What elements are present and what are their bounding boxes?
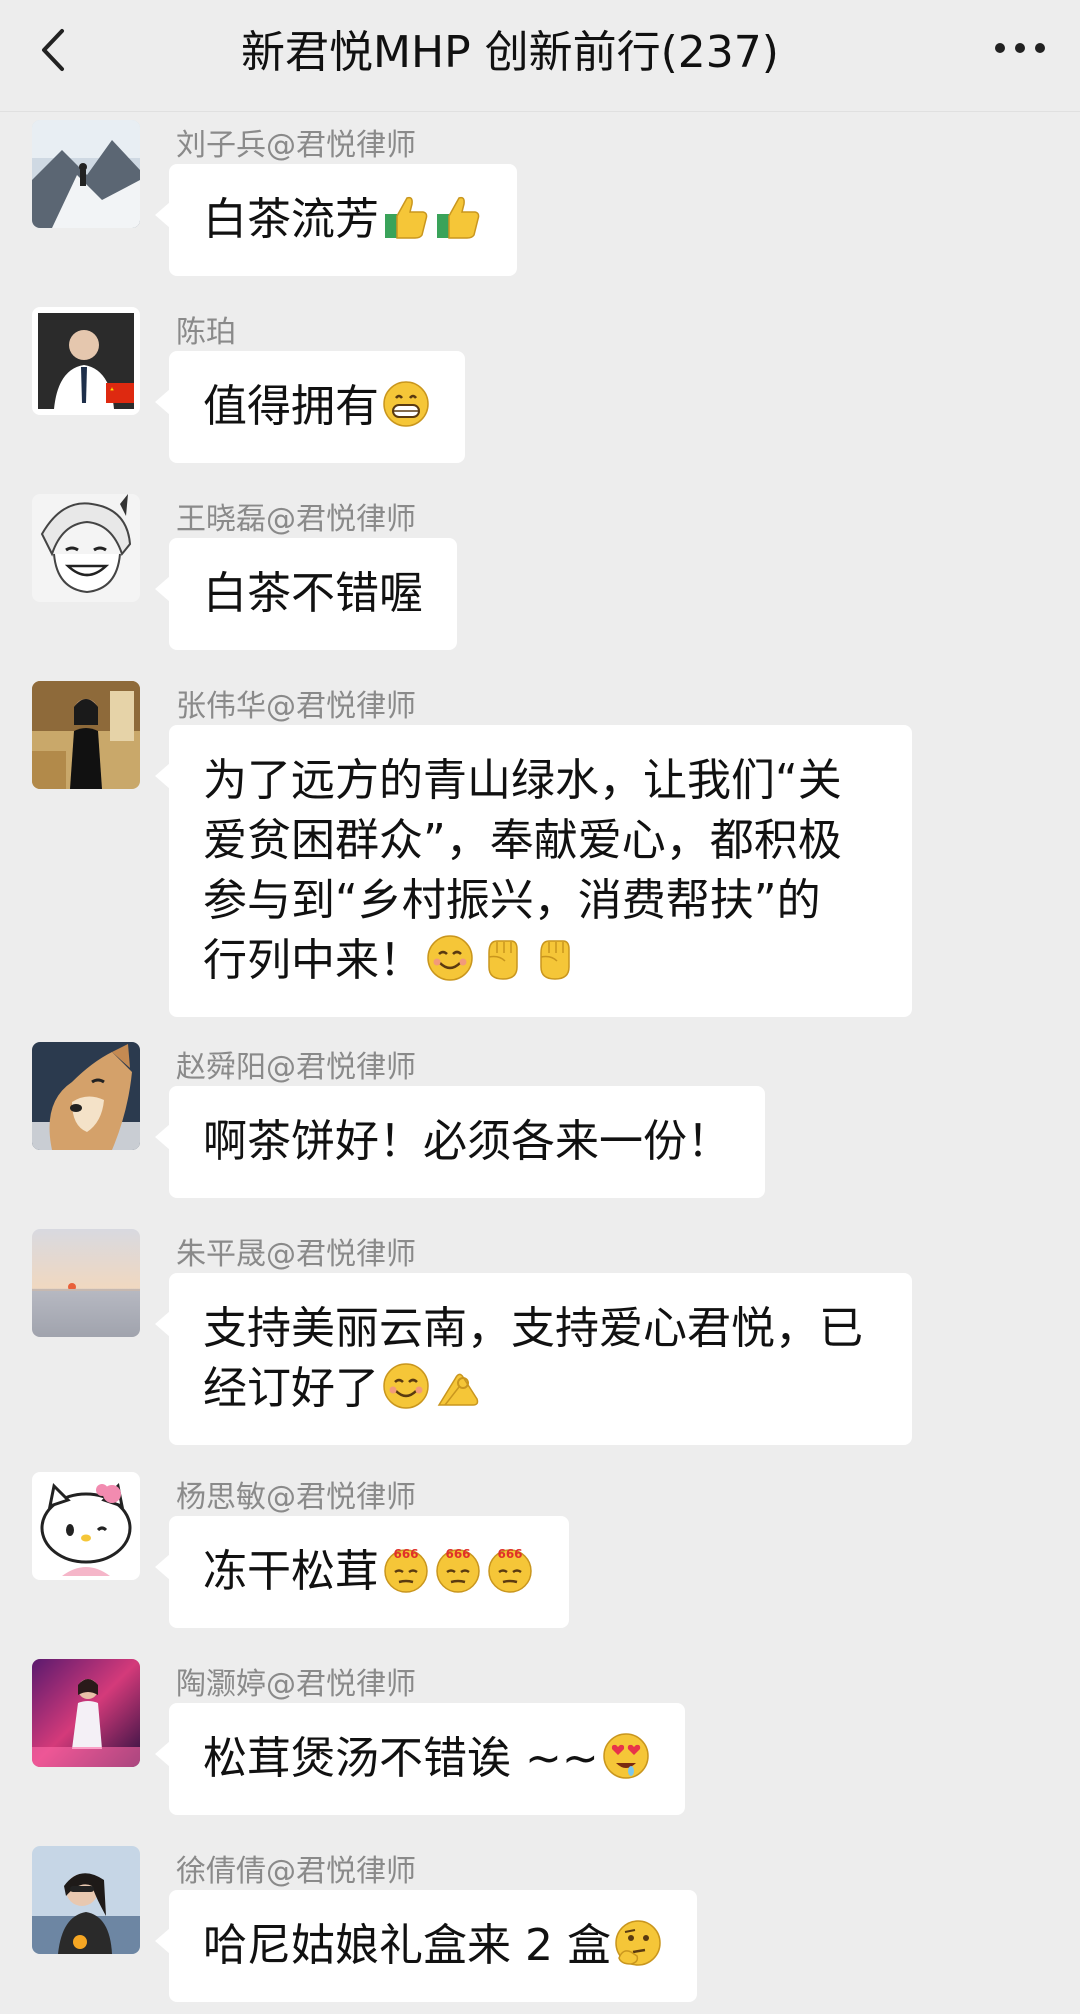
svg-text:666: 666 [393, 1547, 418, 1561]
sender-name: 刘子兵@君悦律师 [176, 128, 416, 163]
message-bubble[interactable]: 白茶不错喔 [155, 538, 457, 650]
sender-name: 杨思敏@君悦律师 [176, 1480, 416, 1515]
sender-name: 徐倩倩@君悦律师 [176, 1854, 416, 1889]
avatar[interactable] [32, 1659, 140, 1767]
back-button[interactable] [22, 18, 86, 82]
avatar[interactable] [32, 1846, 140, 1954]
svg-text:666: 666 [445, 1547, 470, 1561]
message-bubble[interactable]: 哈尼姑娘礼盒来 2 盒 [155, 1890, 697, 2002]
sender-name: 陶灏婷@君悦律师 [176, 1667, 416, 1702]
heart-eyes-drool-icon [601, 1731, 651, 1781]
message-text: 白茶流芳 [203, 194, 379, 245]
message-bubble[interactable]: 值得拥有 [155, 351, 465, 463]
message-bubble[interactable]: 啊茶饼好！必须各来一份！ [155, 1086, 765, 1198]
message-text-line: 参与到“乡村振兴，消费帮扶”的 [203, 875, 821, 926]
sender-name: 王晓磊@君悦律师 [176, 502, 416, 537]
avatar[interactable] [32, 1472, 140, 1580]
svg-text:666: 666 [497, 1547, 522, 1561]
avatar[interactable] [32, 494, 140, 602]
666-icon: 666 [433, 1544, 483, 1594]
ok-hand-icon [433, 1361, 483, 1411]
more-button[interactable] [980, 18, 1060, 78]
message-bubble[interactable]: 松茸煲汤不错诶 ~~ [155, 1703, 685, 1815]
avatar[interactable] [32, 1229, 140, 1337]
fist-icon [477, 933, 527, 983]
smile-icon [425, 933, 475, 983]
more-dots-icon [995, 43, 1045, 53]
thumbs-up-icon [433, 192, 483, 242]
chat-title: 新君悦MHP 创新前行(237) [241, 27, 779, 78]
sender-name: 张伟华@君悦律师 [176, 689, 416, 724]
message-text: 啊茶饼好！必须各来一份！ [203, 1116, 731, 1167]
message-text: 哈尼姑娘礼盒来 2 盒 [203, 1920, 611, 1971]
chat-header: 新君悦MHP 创新前行(237) [0, 0, 1080, 112]
avatar[interactable] [32, 681, 140, 789]
thinking-icon [613, 1918, 663, 1968]
666-icon: 666 [381, 1544, 431, 1594]
avatar[interactable] [32, 307, 140, 415]
fist-icon [529, 933, 579, 983]
sender-name: 赵舜阳@君悦律师 [176, 1050, 416, 1085]
message-text: 冻干松茸 [203, 1546, 379, 1597]
message-text-line: 爱贫困群众”，奉献爱心，都积极 [203, 815, 842, 866]
message-bubble[interactable]: 冻干松茸 666 666 666 [155, 1516, 569, 1628]
smile-icon [381, 1361, 431, 1411]
message-text-line: 支持美丽云南，支持爱心君悦，已 [203, 1303, 863, 1354]
666-icon: 666 [485, 1544, 535, 1594]
message-bubble[interactable]: 支持美丽云南，支持爱心君悦，已 经订好了 [155, 1273, 912, 1445]
grin-icon [381, 379, 431, 429]
avatar[interactable] [32, 120, 140, 228]
message-text-line: 经订好了 [203, 1363, 379, 1414]
message-text-line: 行列中来！ [203, 935, 423, 986]
sender-name: 朱平晟@君悦律师 [176, 1237, 416, 1272]
chevron-left-icon [42, 29, 64, 71]
message-text: 白茶不错喔 [203, 568, 423, 619]
sender-name: 陈珀 [176, 315, 236, 350]
thumbs-up-icon [381, 192, 431, 242]
message-bubble[interactable]: 白茶流芳 [155, 164, 517, 276]
message-text: 值得拥有 [203, 381, 379, 432]
message-text: 松茸煲汤不错诶 ~~ [203, 1733, 599, 1784]
avatar[interactable] [32, 1042, 140, 1150]
message-bubble[interactable]: 为了远方的青山绿水，让我们“关 爱贫困群众”，奉献爱心，都积极 参与到“乡村振兴… [155, 725, 912, 1017]
message-text-line: 为了远方的青山绿水，让我们“关 [203, 755, 842, 806]
